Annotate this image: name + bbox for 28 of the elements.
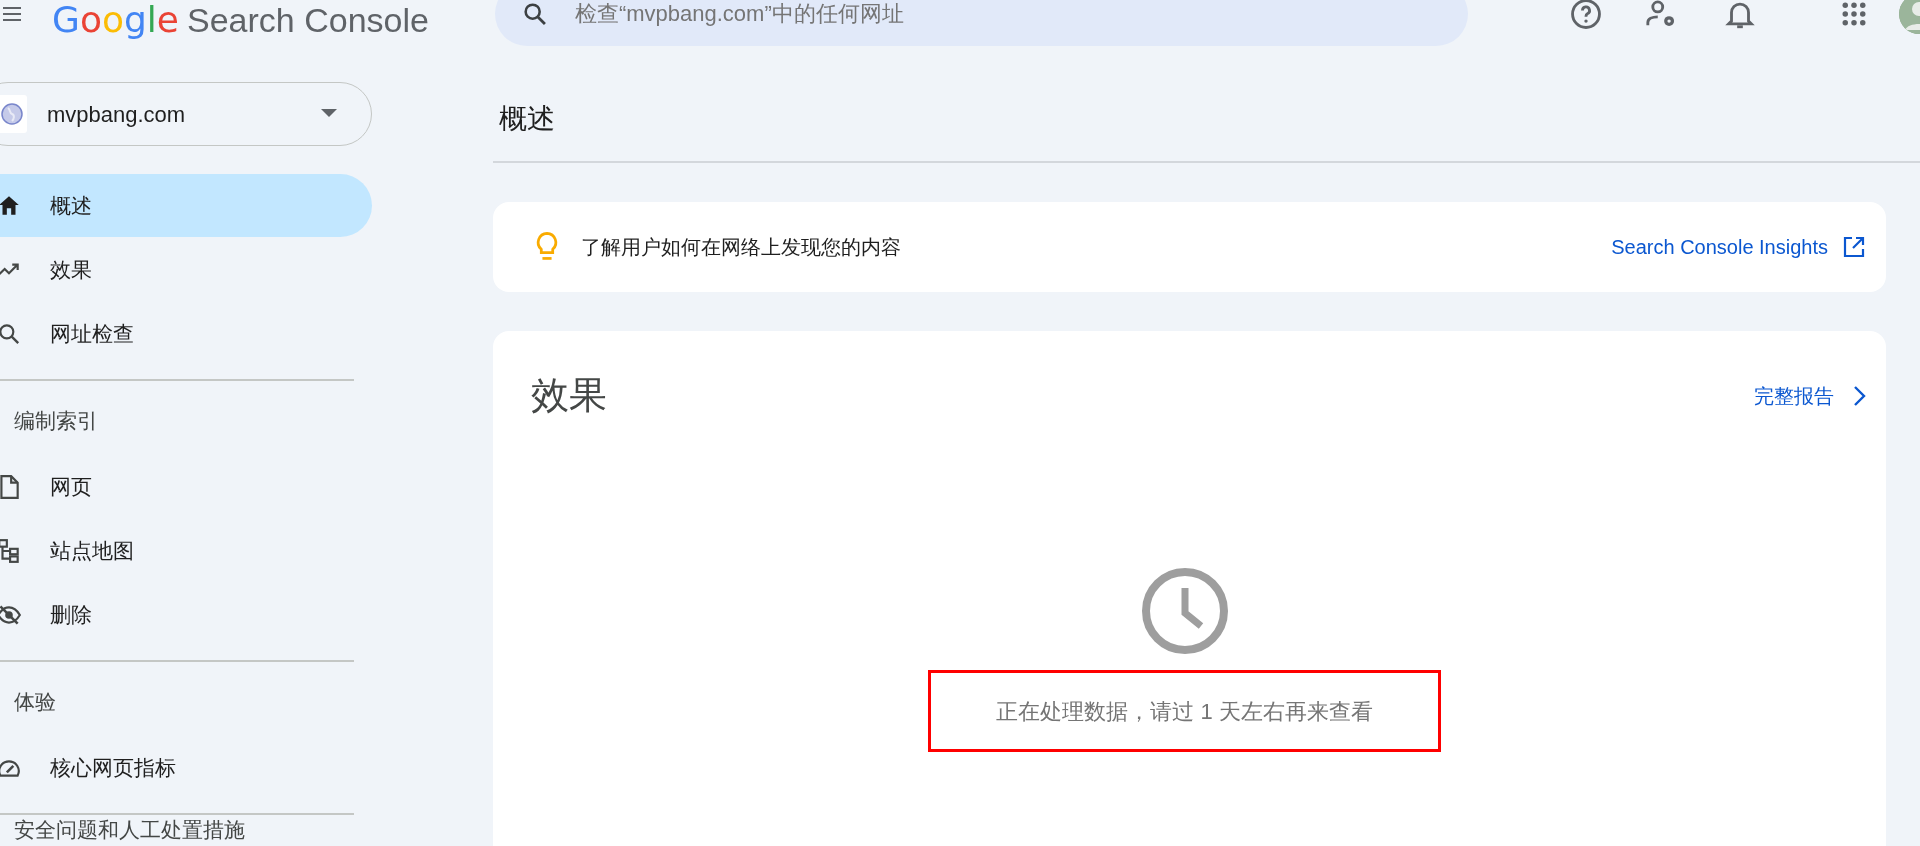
clock-icon (1139, 566, 1230, 656)
product-name: Search Console (187, 0, 429, 41)
section-heading: 体验 (14, 689, 56, 716)
card-title: 效果 (531, 373, 608, 418)
nav-item[interactable]: 删除 (0, 583, 372, 646)
globe-icon (0, 102, 24, 126)
nav-item[interactable]: 网址检查 (0, 302, 372, 365)
chevron-right-icon (1852, 384, 1866, 407)
section-heading: 安全问题和人工处置措施 (14, 817, 245, 844)
page-title: 概述 (499, 101, 555, 136)
nav-item[interactable]: 效果 (0, 238, 372, 301)
nav-item[interactable]: 站点地图 (0, 519, 372, 582)
search-field[interactable]: 检查“mvpbang.com”中的任何网址 (494, 0, 1468, 46)
insight-text: 了解用户如何在网络上发现您的内容 (581, 235, 902, 260)
google-logo: Google (52, 0, 179, 42)
insights-link[interactable]: Search Console Insights (1611, 232, 1866, 262)
section-heading: 编制索引 (14, 408, 98, 435)
nav-item[interactable]: 概述 (0, 174, 372, 237)
nav-item[interactable]: 核心网页指标 (0, 736, 372, 799)
external-link-icon (1842, 235, 1866, 259)
dropdown-caret-icon (321, 109, 337, 119)
full-report-link[interactable]: 完整报告 (1754, 380, 1866, 411)
nav-item[interactable]: 网页 (0, 455, 372, 518)
help-icon[interactable] (1568, 0, 1603, 31)
sitemap-icon (0, 537, 22, 564)
property-name: mvpbang.com (47, 100, 187, 129)
status-message: 正在处理数据，请过 1 天左右再来查看 (996, 697, 1373, 726)
document-icon (0, 473, 22, 500)
